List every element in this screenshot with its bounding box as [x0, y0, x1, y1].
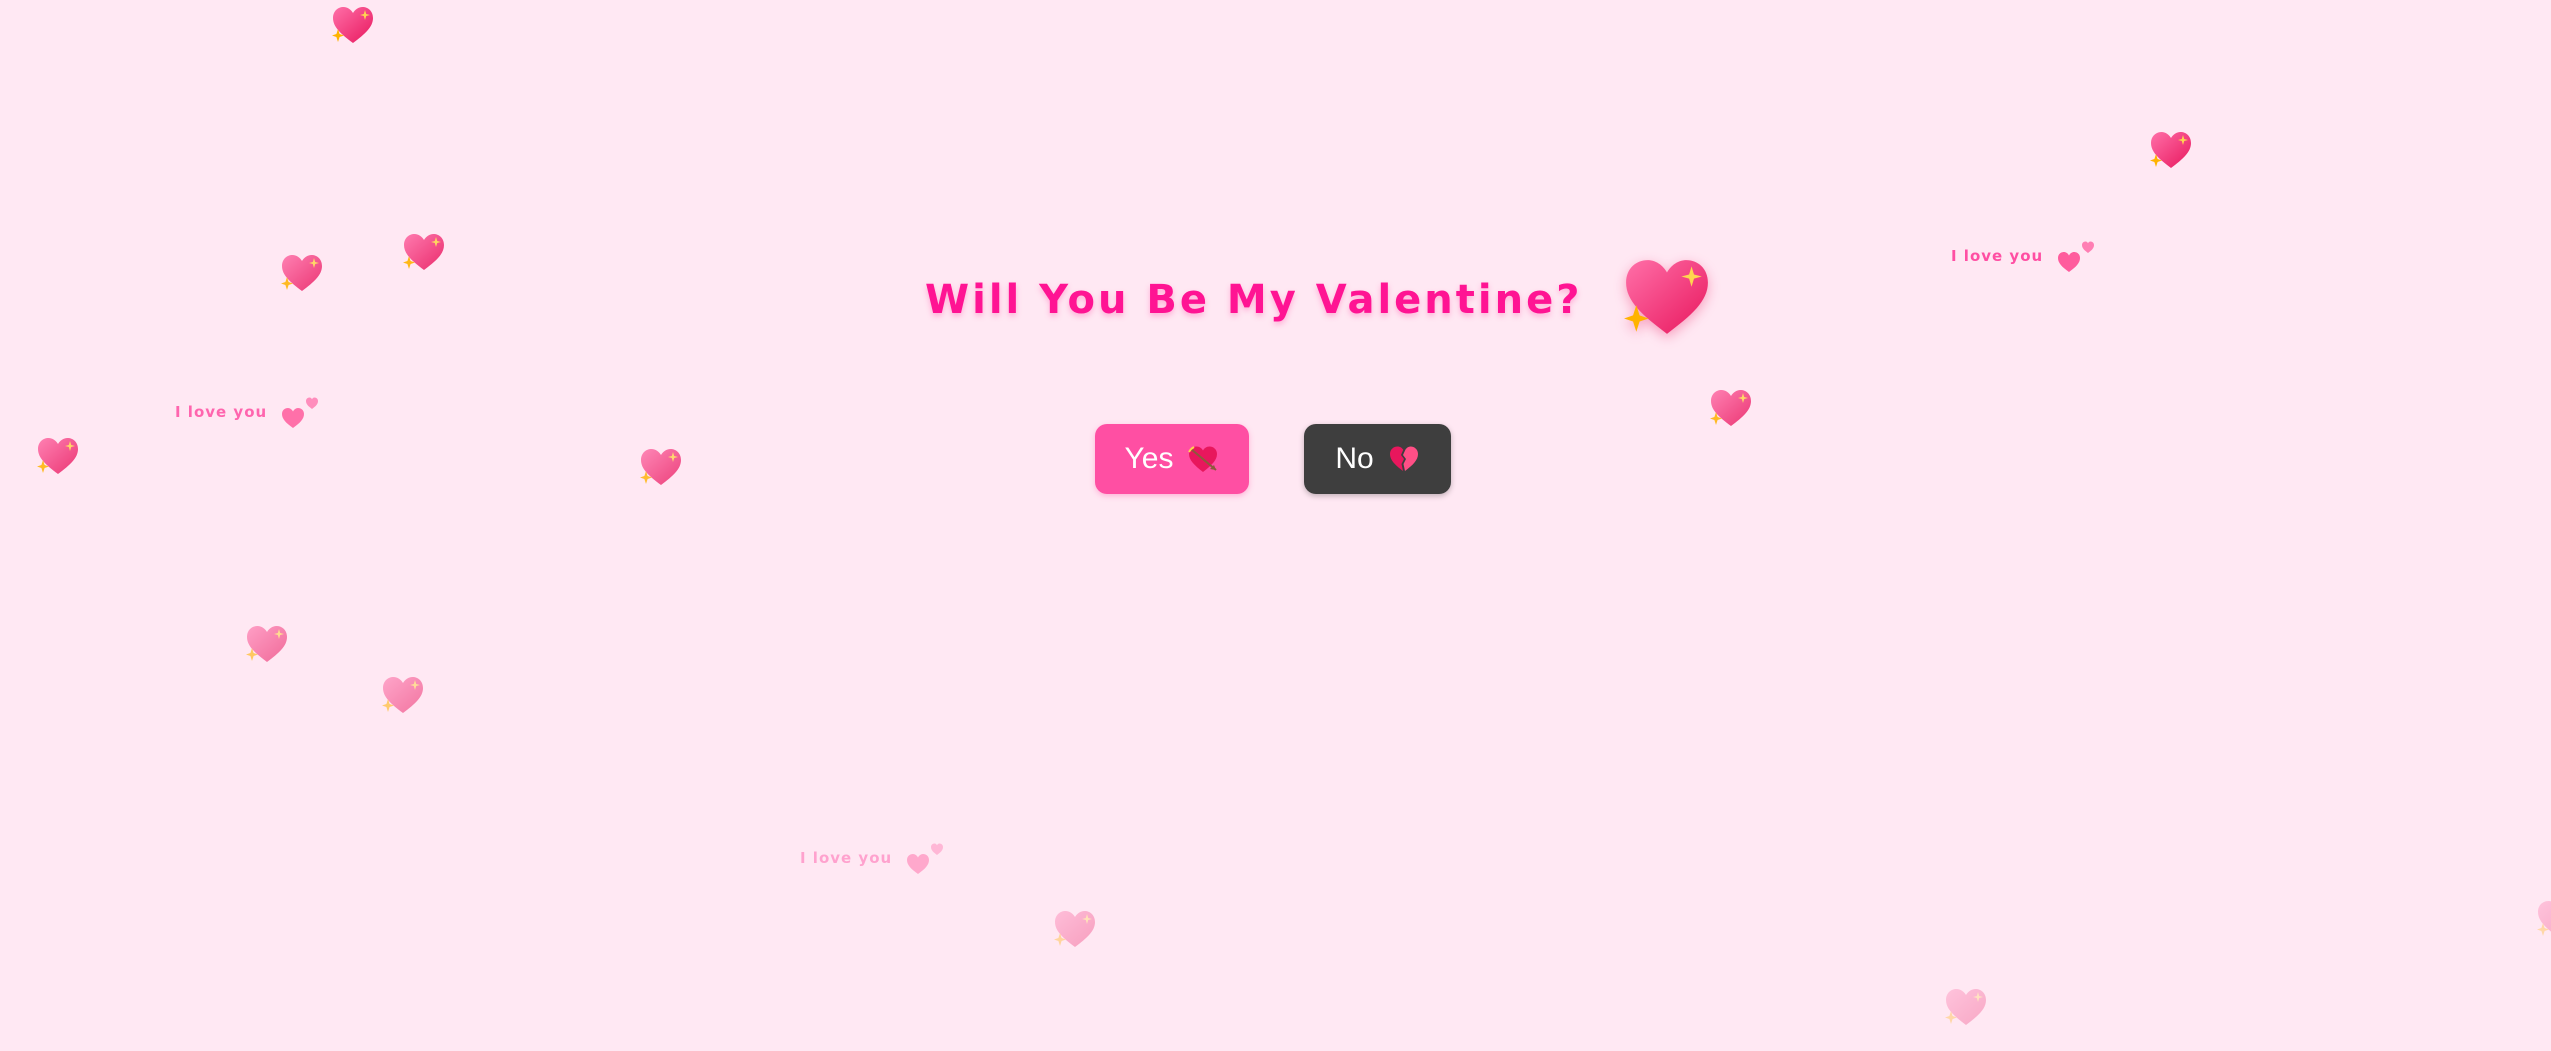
love-note-text: I love you: [800, 849, 893, 867]
two-hearts-icon: [2057, 238, 2099, 274]
no-button-label: No: [1335, 442, 1374, 475]
floating-heart-icon: [639, 447, 683, 487]
floating-heart-icon: [381, 675, 425, 715]
floating-heart-icon: [331, 5, 375, 45]
page-title: Will You Be My Valentine?: [925, 277, 1583, 323]
two-hearts-icon: [906, 840, 948, 876]
broken-heart-icon: [1388, 444, 1420, 474]
two-hearts-icon: [281, 394, 323, 430]
no-button[interactable]: No: [1304, 424, 1451, 494]
floating-heart-icon: [2149, 130, 2193, 170]
floating-heart-icon: [402, 232, 446, 272]
floating-heart-icon: [36, 436, 80, 476]
floating-heart-icon: [280, 253, 324, 293]
sparkling-heart-icon: [1622, 256, 1712, 338]
yes-button[interactable]: Yes: [1095, 424, 1249, 494]
floating-heart-icon: [1944, 987, 1988, 1027]
floating-heart-icon: [1053, 909, 1097, 949]
love-note-text: I love you: [1951, 247, 2044, 265]
floating-love-note: I love you: [175, 394, 323, 430]
heart-with-arrow-icon: [1187, 444, 1219, 474]
floating-love-note: I love you: [1951, 238, 2099, 274]
floating-heart-icon: [2536, 899, 2551, 939]
yes-button-label: Yes: [1124, 442, 1174, 475]
title-row: Will You Be My Valentine?: [925, 262, 1712, 338]
floating-heart-icon: [1709, 388, 1753, 428]
floating-love-note: I love you: [800, 840, 948, 876]
love-note-text: I love you: [175, 403, 268, 421]
floating-heart-icon: [245, 624, 289, 664]
